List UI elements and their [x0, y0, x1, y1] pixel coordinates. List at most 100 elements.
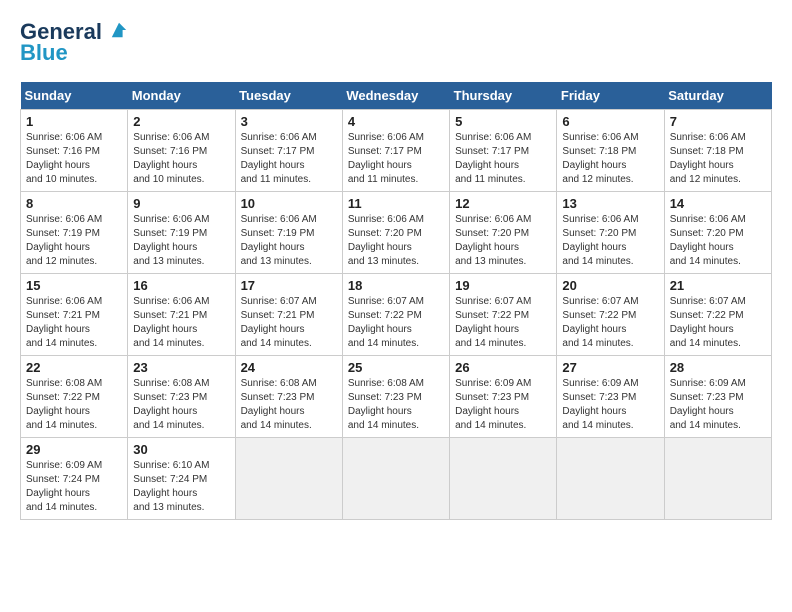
day-info: Sunrise: 6:06 AM Sunset: 7:16 PM Dayligh…	[133, 131, 229, 187]
calendar-cell: 25 Sunrise: 6:08 AM Sunset: 7:23 PM Dayl…	[342, 356, 449, 438]
day-info: Sunrise: 6:06 AM Sunset: 7:21 PM Dayligh…	[133, 295, 229, 351]
calendar-cell: 26 Sunrise: 6:09 AM Sunset: 7:23 PM Dayl…	[450, 356, 557, 438]
day-info: Sunrise: 6:07 AM Sunset: 7:22 PM Dayligh…	[455, 295, 551, 351]
day-info: Sunrise: 6:06 AM Sunset: 7:20 PM Dayligh…	[348, 213, 444, 269]
day-number: 7	[670, 114, 766, 129]
page-header: General Blue	[20, 20, 772, 66]
day-info: Sunrise: 6:09 AM Sunset: 7:24 PM Dayligh…	[26, 459, 122, 515]
day-info: Sunrise: 6:06 AM Sunset: 7:16 PM Dayligh…	[26, 131, 122, 187]
calendar-row-1: 1 Sunrise: 6:06 AM Sunset: 7:16 PM Dayli…	[21, 110, 772, 192]
day-number: 13	[562, 196, 658, 211]
day-number: 27	[562, 360, 658, 375]
calendar-cell: 21 Sunrise: 6:07 AM Sunset: 7:22 PM Dayl…	[664, 274, 771, 356]
calendar-cell: 22 Sunrise: 6:08 AM Sunset: 7:22 PM Dayl…	[21, 356, 128, 438]
day-info: Sunrise: 6:09 AM Sunset: 7:23 PM Dayligh…	[455, 377, 551, 433]
weekday-wednesday: Wednesday	[342, 82, 449, 110]
day-number: 17	[241, 278, 337, 293]
day-info: Sunrise: 6:06 AM Sunset: 7:18 PM Dayligh…	[670, 131, 766, 187]
calendar-row-3: 15 Sunrise: 6:06 AM Sunset: 7:21 PM Dayl…	[21, 274, 772, 356]
day-info: Sunrise: 6:06 AM Sunset: 7:20 PM Dayligh…	[670, 213, 766, 269]
day-info: Sunrise: 6:07 AM Sunset: 7:22 PM Dayligh…	[670, 295, 766, 351]
day-info: Sunrise: 6:06 AM Sunset: 7:21 PM Dayligh…	[26, 295, 122, 351]
day-number: 24	[241, 360, 337, 375]
calendar-row-5: 29 Sunrise: 6:09 AM Sunset: 7:24 PM Dayl…	[21, 438, 772, 520]
calendar-cell: 12 Sunrise: 6:06 AM Sunset: 7:20 PM Dayl…	[450, 192, 557, 274]
day-number: 22	[26, 360, 122, 375]
day-number: 2	[133, 114, 229, 129]
day-info: Sunrise: 6:09 AM Sunset: 7:23 PM Dayligh…	[562, 377, 658, 433]
day-info: Sunrise: 6:09 AM Sunset: 7:23 PM Dayligh…	[670, 377, 766, 433]
calendar-cell	[664, 438, 771, 520]
calendar-cell: 27 Sunrise: 6:09 AM Sunset: 7:23 PM Dayl…	[557, 356, 664, 438]
day-number: 25	[348, 360, 444, 375]
calendar-cell: 1 Sunrise: 6:06 AM Sunset: 7:16 PM Dayli…	[21, 110, 128, 192]
day-number: 18	[348, 278, 444, 293]
calendar-cell	[450, 438, 557, 520]
day-number: 10	[241, 196, 337, 211]
calendar-cell: 4 Sunrise: 6:06 AM Sunset: 7:17 PM Dayli…	[342, 110, 449, 192]
calendar-cell	[342, 438, 449, 520]
calendar-cell	[557, 438, 664, 520]
calendar-cell: 23 Sunrise: 6:08 AM Sunset: 7:23 PM Dayl…	[128, 356, 235, 438]
day-info: Sunrise: 6:06 AM Sunset: 7:17 PM Dayligh…	[455, 131, 551, 187]
day-info: Sunrise: 6:07 AM Sunset: 7:22 PM Dayligh…	[348, 295, 444, 351]
calendar-cell: 18 Sunrise: 6:07 AM Sunset: 7:22 PM Dayl…	[342, 274, 449, 356]
calendar-cell: 20 Sunrise: 6:07 AM Sunset: 7:22 PM Dayl…	[557, 274, 664, 356]
calendar-cell: 5 Sunrise: 6:06 AM Sunset: 7:17 PM Dayli…	[450, 110, 557, 192]
day-info: Sunrise: 6:06 AM Sunset: 7:19 PM Dayligh…	[241, 213, 337, 269]
calendar-cell: 13 Sunrise: 6:06 AM Sunset: 7:20 PM Dayl…	[557, 192, 664, 274]
day-number: 16	[133, 278, 229, 293]
day-info: Sunrise: 6:06 AM Sunset: 7:20 PM Dayligh…	[455, 213, 551, 269]
calendar-row-2: 8 Sunrise: 6:06 AM Sunset: 7:19 PM Dayli…	[21, 192, 772, 274]
day-info: Sunrise: 6:08 AM Sunset: 7:22 PM Dayligh…	[26, 377, 122, 433]
day-number: 6	[562, 114, 658, 129]
calendar-cell: 3 Sunrise: 6:06 AM Sunset: 7:17 PM Dayli…	[235, 110, 342, 192]
calendar-cell: 10 Sunrise: 6:06 AM Sunset: 7:19 PM Dayl…	[235, 192, 342, 274]
weekday-header-row: SundayMondayTuesdayWednesdayThursdayFrid…	[21, 82, 772, 110]
calendar-cell: 24 Sunrise: 6:08 AM Sunset: 7:23 PM Dayl…	[235, 356, 342, 438]
weekday-friday: Friday	[557, 82, 664, 110]
day-number: 9	[133, 196, 229, 211]
calendar-cell: 29 Sunrise: 6:09 AM Sunset: 7:24 PM Dayl…	[21, 438, 128, 520]
weekday-sunday: Sunday	[21, 82, 128, 110]
logo: General Blue	[20, 20, 128, 66]
calendar-cell: 15 Sunrise: 6:06 AM Sunset: 7:21 PM Dayl…	[21, 274, 128, 356]
calendar-cell: 9 Sunrise: 6:06 AM Sunset: 7:19 PM Dayli…	[128, 192, 235, 274]
day-info: Sunrise: 6:08 AM Sunset: 7:23 PM Dayligh…	[241, 377, 337, 433]
calendar-cell: 19 Sunrise: 6:07 AM Sunset: 7:22 PM Dayl…	[450, 274, 557, 356]
calendar-cell: 2 Sunrise: 6:06 AM Sunset: 7:16 PM Dayli…	[128, 110, 235, 192]
weekday-thursday: Thursday	[450, 82, 557, 110]
day-number: 11	[348, 196, 444, 211]
calendar-cell: 14 Sunrise: 6:06 AM Sunset: 7:20 PM Dayl…	[664, 192, 771, 274]
weekday-tuesday: Tuesday	[235, 82, 342, 110]
calendar-cell: 11 Sunrise: 6:06 AM Sunset: 7:20 PM Dayl…	[342, 192, 449, 274]
day-number: 8	[26, 196, 122, 211]
day-number: 5	[455, 114, 551, 129]
day-number: 15	[26, 278, 122, 293]
calendar-body: 1 Sunrise: 6:06 AM Sunset: 7:16 PM Dayli…	[21, 110, 772, 520]
day-number: 29	[26, 442, 122, 457]
calendar-cell: 16 Sunrise: 6:06 AM Sunset: 7:21 PM Dayl…	[128, 274, 235, 356]
day-info: Sunrise: 6:06 AM Sunset: 7:18 PM Dayligh…	[562, 131, 658, 187]
day-info: Sunrise: 6:06 AM Sunset: 7:19 PM Dayligh…	[133, 213, 229, 269]
calendar-cell: 7 Sunrise: 6:06 AM Sunset: 7:18 PM Dayli…	[664, 110, 771, 192]
day-number: 20	[562, 278, 658, 293]
day-number: 23	[133, 360, 229, 375]
calendar-cell: 30 Sunrise: 6:10 AM Sunset: 7:24 PM Dayl…	[128, 438, 235, 520]
calendar-table: SundayMondayTuesdayWednesdayThursdayFrid…	[20, 82, 772, 520]
calendar-cell: 6 Sunrise: 6:06 AM Sunset: 7:18 PM Dayli…	[557, 110, 664, 192]
day-info: Sunrise: 6:07 AM Sunset: 7:21 PM Dayligh…	[241, 295, 337, 351]
day-info: Sunrise: 6:08 AM Sunset: 7:23 PM Dayligh…	[133, 377, 229, 433]
day-number: 12	[455, 196, 551, 211]
day-info: Sunrise: 6:08 AM Sunset: 7:23 PM Dayligh…	[348, 377, 444, 433]
day-info: Sunrise: 6:06 AM Sunset: 7:17 PM Dayligh…	[348, 131, 444, 187]
day-number: 30	[133, 442, 229, 457]
day-number: 28	[670, 360, 766, 375]
calendar-cell: 17 Sunrise: 6:07 AM Sunset: 7:21 PM Dayl…	[235, 274, 342, 356]
calendar-row-4: 22 Sunrise: 6:08 AM Sunset: 7:22 PM Dayl…	[21, 356, 772, 438]
day-info: Sunrise: 6:10 AM Sunset: 7:24 PM Dayligh…	[133, 459, 229, 515]
day-number: 19	[455, 278, 551, 293]
day-number: 1	[26, 114, 122, 129]
day-info: Sunrise: 6:06 AM Sunset: 7:19 PM Dayligh…	[26, 213, 122, 269]
day-number: 26	[455, 360, 551, 375]
